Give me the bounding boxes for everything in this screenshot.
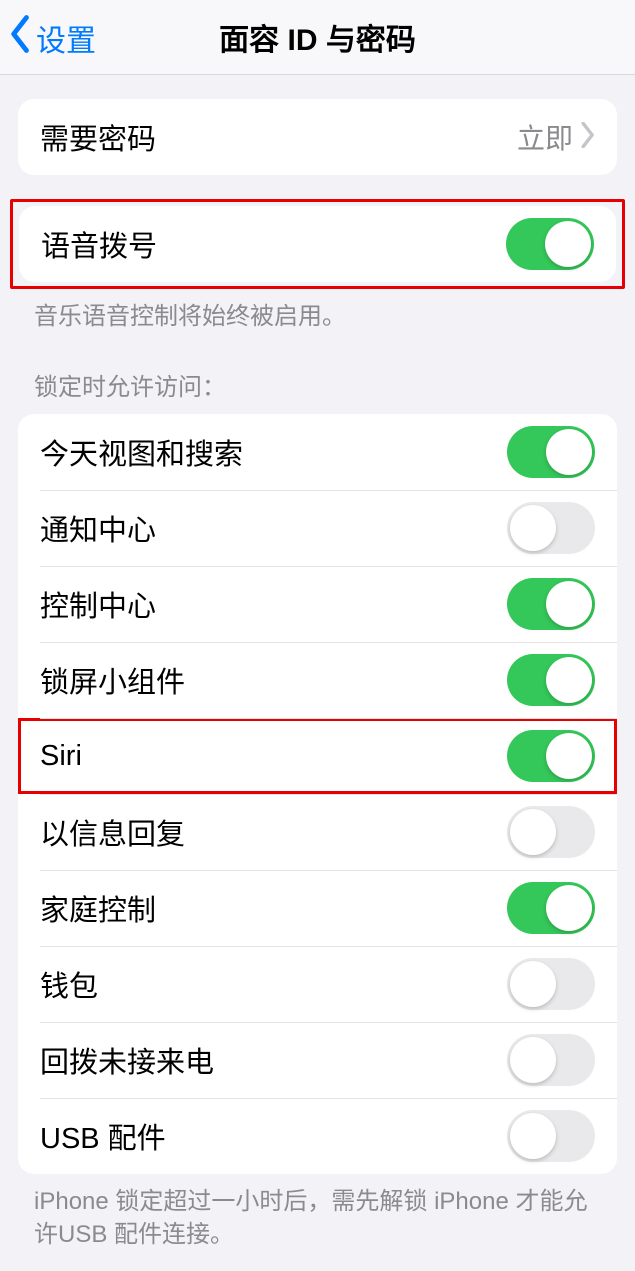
voice-dial-highlight: 语音拨号 xyxy=(10,199,625,289)
lock-access-toggle[interactable] xyxy=(507,502,595,554)
lock-access-row: 以信息回复 xyxy=(18,794,617,870)
require-passcode-group: 需要密码 立即 xyxy=(18,99,617,175)
chevron-left-icon xyxy=(10,15,32,61)
lock-access-row: 控制中心 xyxy=(18,566,617,642)
lock-access-row: 通知中心 xyxy=(18,490,617,566)
lock-access-label: 钱包 xyxy=(40,963,507,1005)
lock-access-label: USB 配件 xyxy=(40,1115,507,1157)
lock-access-label: Siri xyxy=(40,740,507,773)
require-passcode-value: 立即 xyxy=(517,117,573,157)
lock-access-toggle[interactable] xyxy=(507,958,595,1010)
lock-access-toggle[interactable] xyxy=(507,1110,595,1162)
lock-access-label: 回拨未接来电 xyxy=(40,1039,507,1081)
lock-access-row: 锁屏小组件 xyxy=(18,642,617,718)
lock-access-toggle[interactable] xyxy=(507,806,595,858)
lock-access-toggle[interactable] xyxy=(507,426,595,478)
lock-access-label: 锁屏小组件 xyxy=(40,659,507,701)
lock-access-toggle[interactable] xyxy=(507,1034,595,1086)
lock-access-toggle[interactable] xyxy=(507,578,595,630)
voice-dial-footer: 音乐语音控制将始终被启用。 xyxy=(34,301,601,333)
lock-access-row: 今天视图和搜索 xyxy=(18,414,617,490)
lock-access-row: USB 配件 xyxy=(18,1098,617,1174)
lock-access-label: 通知中心 xyxy=(40,507,507,549)
lock-access-row: 回拨未接来电 xyxy=(18,1022,617,1098)
lock-access-label: 以信息回复 xyxy=(40,811,507,853)
lock-access-group: 今天视图和搜索通知中心控制中心锁屏小组件 Siri 以信息回复家庭控制钱包回拨未接来… xyxy=(18,414,617,1174)
lock-access-footer: iPhone 锁定超过一小时后，需先解锁 iPhone 才能允许USB 配件连接… xyxy=(34,1186,601,1251)
voice-dial-row: 语音拨号 xyxy=(19,206,616,282)
content: 需要密码 立即 语音拨号 音乐语音控制将始终被启用。 锁定时允许访问： 今天视图… xyxy=(0,99,635,1271)
voice-dial-group: 语音拨号 xyxy=(19,206,616,282)
require-passcode-row[interactable]: 需要密码 立即 xyxy=(18,99,617,175)
back-button[interactable]: 设置 xyxy=(10,0,96,75)
lock-access-toggle[interactable] xyxy=(507,882,595,934)
chevron-right-icon xyxy=(579,122,595,153)
lock-access-label: 家庭控制 xyxy=(40,887,507,929)
voice-dial-label: 语音拨号 xyxy=(41,223,506,265)
lock-access-row: 钱包 xyxy=(18,946,617,1022)
back-label: 设置 xyxy=(36,16,96,60)
lock-access-label: 控制中心 xyxy=(40,583,507,625)
nav-bar: 设置 面容 ID 与密码 xyxy=(0,0,635,75)
lock-access-toggle[interactable] xyxy=(507,730,595,782)
lock-access-row: 家庭控制 xyxy=(18,870,617,946)
voice-dial-toggle[interactable] xyxy=(506,218,594,270)
lock-access-label: 今天视图和搜索 xyxy=(40,431,507,473)
lock-access-header: 锁定时允许访问： xyxy=(34,367,601,402)
lock-access-toggle[interactable] xyxy=(507,654,595,706)
lock-access-row: Siri xyxy=(18,718,617,794)
require-passcode-label: 需要密码 xyxy=(40,116,517,158)
page-title: 面容 ID 与密码 xyxy=(219,15,416,59)
